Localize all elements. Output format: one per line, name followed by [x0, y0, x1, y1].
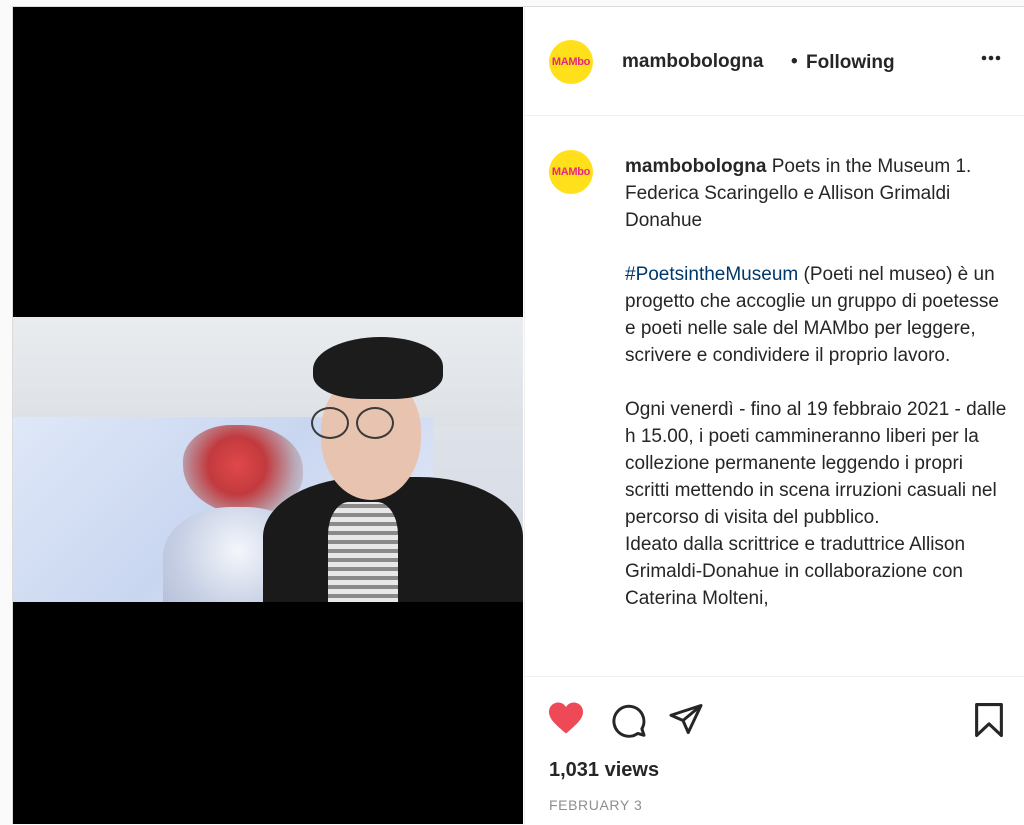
username-link[interactable]: mambobologna [622, 51, 763, 73]
post-container: MAMbo mambobologna • Following MAMbo mam… [12, 6, 1024, 825]
comment-icon[interactable] [611, 703, 647, 744]
share-paper-plane-icon[interactable] [667, 701, 705, 742]
avatar-logo-text: MAMbo [551, 56, 591, 68]
speaker-glasses-right [356, 407, 394, 439]
video-speaker [253, 337, 523, 602]
caption-username-link[interactable]: mambobologna [625, 156, 766, 177]
post-actions: 1,031 views FEBRUARY 3 [525, 676, 1024, 825]
caption-scroll-area[interactable]: MAMbo mambobologna Poets in the Museum 1… [525, 116, 1024, 676]
view-count[interactable]: 1,031 views [549, 759, 659, 782]
speaker-glasses-left [311, 407, 349, 439]
more-options-icon[interactable] [980, 47, 1002, 75]
post-date[interactable]: FEBRUARY 3 [549, 797, 642, 813]
page-background: MAMbo mambobologna • Following MAMbo mam… [0, 0, 1024, 825]
caption-paragraph-2: Ogni venerdì - fino al 19 febbraio 2021 … [625, 399, 1007, 528]
speaker-hair [313, 337, 443, 399]
hashtag-link[interactable]: #PoetsintheMuseum [625, 264, 798, 285]
speaker-shirt [328, 502, 398, 602]
video-frame[interactable] [13, 317, 523, 602]
avatar[interactable]: MAMbo [549, 40, 593, 84]
like-heart-icon[interactable] [547, 701, 585, 740]
caption-paragraph-3: Ideato dalla scrittrice e traduttrice Al… [625, 534, 966, 609]
video-player[interactable] [13, 7, 523, 824]
caption-avatar-logo-text: MAMbo [551, 166, 591, 178]
following-button[interactable]: Following [806, 52, 895, 74]
caption-avatar[interactable]: MAMbo [549, 150, 593, 194]
caption-text: mambobologna Poets in the Museum 1. Fede… [625, 153, 1010, 612]
separator-dot: • [791, 51, 798, 72]
post-header: MAMbo mambobologna • Following [525, 7, 1024, 116]
save-bookmark-icon[interactable] [972, 701, 1006, 744]
post-sidebar: MAMbo mambobologna • Following MAMbo mam… [524, 7, 1024, 825]
